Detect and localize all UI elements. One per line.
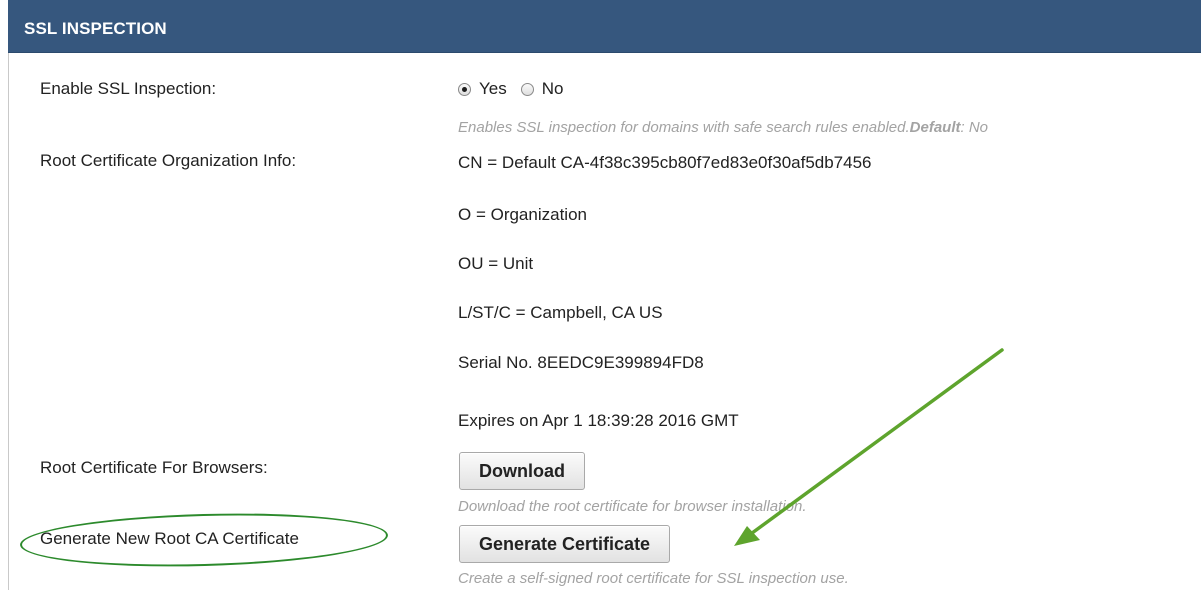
ssl-inspection-panel: SSL INSPECTION Enable SSL Inspection: Ye… bbox=[0, 0, 1201, 590]
annotation-arrow-icon bbox=[734, 348, 1004, 546]
